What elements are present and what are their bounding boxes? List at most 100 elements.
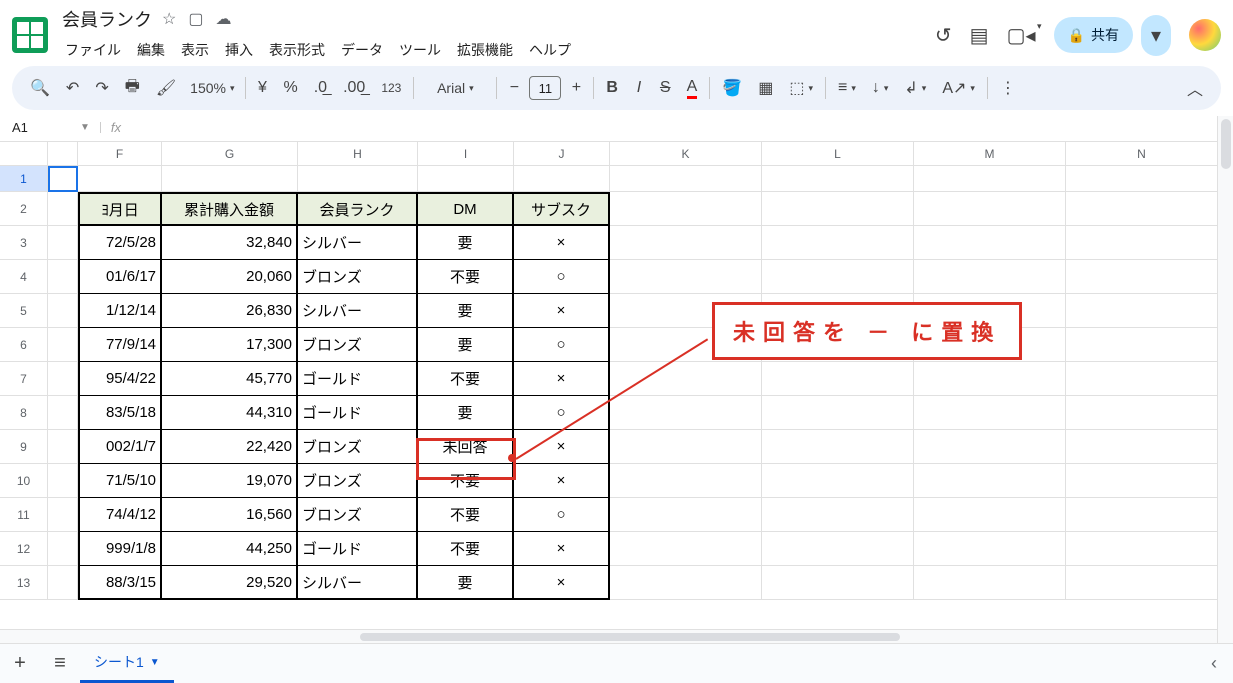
zoom-select[interactable]: 150% [186,80,238,96]
cell[interactable]: 要 [418,294,514,328]
print-icon[interactable]: 🖶 [119,69,146,108]
cell[interactable]: × [514,532,610,566]
cell[interactable] [762,430,914,464]
cell[interactable] [610,532,762,566]
cell[interactable] [914,396,1066,430]
halign-icon[interactable]: ≡ [832,73,862,103]
col-header-G[interactable]: G [162,142,298,165]
all-sheets-button[interactable]: ≡ [40,652,80,675]
tabs-scroll-left[interactable]: ‹ [1195,653,1233,674]
menu-edit[interactable]: 編集 [130,36,172,64]
cell[interactable] [48,430,78,464]
cell[interactable] [610,166,762,192]
formula-input[interactable] [131,114,1233,141]
increase-decimal-icon[interactable]: .00̲ [337,73,371,103]
cell[interactable] [914,192,1066,226]
cell[interactable] [914,260,1066,294]
paint-format-icon[interactable]: 🖌 [150,72,182,104]
cell[interactable] [298,166,418,192]
cell[interactable] [914,566,1066,600]
name-box-dropdown[interactable]: ▼ [76,122,101,133]
cell[interactable] [762,226,914,260]
cell[interactable]: ゴールド [298,362,418,396]
cell[interactable] [1066,294,1218,328]
cell[interactable]: 17,300 [162,328,298,362]
cell[interactable] [610,362,762,396]
row-header[interactable]: 9 [0,430,48,464]
valign-icon[interactable]: ↓ [866,73,895,103]
meet-icon[interactable]: ▢◂▾ [1007,23,1036,48]
col-header-L[interactable]: L [762,142,914,165]
cell[interactable] [610,192,762,226]
cell[interactable]: × [514,566,610,600]
cell[interactable] [48,328,78,362]
cell[interactable]: × [514,294,610,328]
cell[interactable]: 19,070 [162,464,298,498]
cell[interactable] [762,166,914,192]
cell[interactable] [610,226,762,260]
cell[interactable]: 999/1/8 [78,532,162,566]
cell[interactable]: シルバー [298,566,418,600]
cloud-icon[interactable]: ☁ [215,9,231,29]
cell[interactable] [48,294,78,328]
percent-icon[interactable]: % [278,73,304,103]
cell[interactable] [1066,464,1218,498]
sheets-logo[interactable] [12,17,48,53]
row-header[interactable]: 10 [0,464,48,498]
cell[interactable]: × [514,362,610,396]
cell[interactable] [610,498,762,532]
wrap-icon[interactable]: ↲ [898,72,932,104]
cell[interactable] [1066,362,1218,396]
cell[interactable]: 不要 [418,362,514,396]
add-sheet-button[interactable]: + [0,652,40,675]
cell[interactable]: 002/1/7 [78,430,162,464]
cell[interactable]: 不要 [418,532,514,566]
cell[interactable] [914,430,1066,464]
decrease-decimal-icon[interactable]: .0̲ [308,73,333,103]
row-header[interactable]: 7 [0,362,48,396]
cell[interactable]: ブロンズ [298,430,418,464]
cell[interactable]: 83/5/18 [78,396,162,430]
cell[interactable]: 要 [418,328,514,362]
col-header-M[interactable]: M [914,142,1066,165]
col-header-F[interactable]: F [78,142,162,165]
menu-tools[interactable]: ツール [392,36,448,64]
menu-data[interactable]: データ [334,36,390,64]
cell[interactable]: 72/5/28 [78,226,162,260]
cell[interactable] [48,192,78,226]
select-all-corner[interactable] [0,142,48,165]
cell[interactable]: × [514,430,610,464]
row-header[interactable]: 13 [0,566,48,600]
cell[interactable] [162,166,298,192]
undo-icon[interactable]: ↶ [60,72,85,104]
cell[interactable]: ブロンズ [298,498,418,532]
cell[interactable] [762,260,914,294]
col-header-J[interactable]: J [514,142,610,165]
cell[interactable]: ブロンズ [298,464,418,498]
cell[interactable]: 要 [418,226,514,260]
text-color-icon[interactable]: A [681,72,704,105]
cell[interactable]: 26,830 [162,294,298,328]
borders-icon[interactable]: ▦ [752,72,779,104]
share-button[interactable]: 🔒 共有 [1054,17,1133,53]
cell[interactable]: シルバー [298,226,418,260]
vertical-scrollbar[interactable] [1217,116,1233,643]
col-header-H[interactable]: H [298,142,418,165]
cell[interactable] [762,396,914,430]
fill-color-icon[interactable]: 🪣 [716,72,748,104]
cell[interactable]: 44,250 [162,532,298,566]
cell[interactable]: 45,770 [162,362,298,396]
cell[interactable]: 74/4/12 [78,498,162,532]
menu-insert[interactable]: 挿入 [218,36,260,64]
cell[interactable] [610,260,762,294]
cell[interactable]: ゴールド [298,532,418,566]
cell[interactable] [762,566,914,600]
cell[interactable] [1066,166,1218,192]
cell[interactable]: 1/12/14 [78,294,162,328]
col-header-N[interactable]: N [1066,142,1218,165]
font-select[interactable]: Arial [420,74,490,102]
cell[interactable]: × [514,464,610,498]
cell[interactable] [418,166,514,192]
cell[interactable]: 不要 [418,464,514,498]
cell[interactable] [48,362,78,396]
